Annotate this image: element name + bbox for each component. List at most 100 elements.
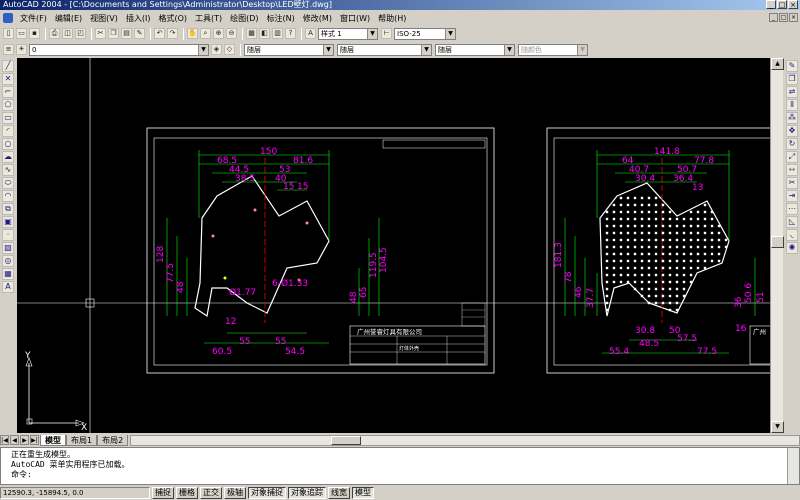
undo-icon[interactable]: ↶ (154, 28, 165, 39)
app-icon[interactable] (3, 13, 13, 23)
design-center-icon[interactable]: ◧ (259, 28, 270, 39)
dim-style-select[interactable]: ISO-25 (394, 27, 456, 40)
copy-object-icon[interactable]: ❐ (786, 73, 798, 85)
region-icon[interactable]: ◎ (2, 255, 14, 267)
help-icon[interactable]: ? (285, 28, 296, 39)
preview-icon[interactable]: ◫ (62, 28, 73, 39)
move-icon[interactable]: ✥ (786, 125, 798, 137)
menu-insert[interactable]: 插入(I) (122, 13, 155, 24)
tab-first-icon[interactable]: |◀ (0, 435, 9, 445)
save-icon[interactable]: ▪ (29, 28, 40, 39)
ellipse-icon[interactable]: ⬭ (2, 177, 14, 189)
copy-icon[interactable]: ❐ (108, 28, 119, 39)
scroll-down-icon[interactable]: ▼ (771, 421, 784, 433)
menu-view[interactable]: 视图(V) (86, 13, 122, 24)
offset-icon[interactable]: ⫴ (786, 99, 798, 111)
make-block-icon[interactable]: ▣ (2, 216, 14, 228)
rotate-icon[interactable]: ↻ (786, 138, 798, 150)
command-prompt[interactable]: 命令: (11, 470, 799, 480)
menu-file[interactable]: 文件(F) (16, 13, 51, 24)
grid-toggle[interactable]: 栅格 (176, 487, 198, 499)
zoom-realtime-icon[interactable]: ⌕ (200, 28, 211, 39)
ortho-toggle[interactable]: 正交 (200, 487, 222, 499)
menu-draw[interactable]: 绘图(D) (226, 13, 262, 24)
doc-close-icon[interactable]: × (789, 13, 798, 22)
color-select[interactable]: 随层 (244, 43, 334, 56)
arc-icon[interactable]: ◜ (2, 125, 14, 137)
hatch-icon[interactable]: ▧ (2, 242, 14, 254)
erase-icon[interactable]: ✎ (786, 60, 798, 72)
new-icon[interactable]: ▯ (3, 28, 14, 39)
circle-icon[interactable]: ○ (2, 138, 14, 150)
mirror-icon[interactable]: ⇌ (786, 86, 798, 98)
snap-toggle[interactable]: 捕捉 (152, 487, 174, 499)
fillet-icon[interactable]: ◟ (786, 229, 798, 241)
tab-last-icon[interactable]: ▶| (30, 435, 39, 445)
doc-minimize-icon[interactable]: _ (769, 13, 778, 22)
hscroll-thumb[interactable] (331, 435, 362, 445)
menu-help[interactable]: 帮助(H) (374, 13, 410, 24)
menu-tools[interactable]: 工具(T) (191, 13, 226, 24)
vertical-scrollbar[interactable]: ▲ ▼ (770, 58, 784, 433)
line-icon[interactable]: ╱ (2, 60, 14, 72)
model-toggle[interactable]: 模型 (352, 487, 374, 499)
polyline-icon[interactable]: ⌐ (2, 86, 14, 98)
ellipse-arc-icon[interactable]: ◠ (2, 190, 14, 202)
menu-edit[interactable]: 编辑(E) (51, 13, 86, 24)
publish-icon[interactable]: ◰ (75, 28, 86, 39)
break-icon[interactable]: ⋯ (786, 203, 798, 215)
layer-manager-icon[interactable]: ≡ (3, 44, 14, 55)
table-icon[interactable]: ▦ (2, 268, 14, 280)
match-prop-icon[interactable]: ✎ (134, 28, 145, 39)
doc-restore-icon[interactable]: □ (779, 13, 788, 22)
redo-icon[interactable]: ↷ (167, 28, 178, 39)
tab-layout1[interactable]: 布局1 (66, 434, 98, 446)
command-window[interactable]: 正在重生成模型。 AutoCAD 菜单实用程序已加载。 命令: (0, 447, 800, 485)
mtext-icon[interactable]: A (2, 281, 14, 293)
scroll-thumb[interactable] (771, 236, 784, 248)
stretch-icon[interactable]: ⇿ (786, 164, 798, 176)
layer-previous-icon[interactable]: ◇ (224, 44, 235, 55)
array-icon[interactable]: ⁂ (786, 112, 798, 124)
menu-window[interactable]: 窗口(W) (336, 13, 374, 24)
close-icon[interactable]: × (788, 0, 798, 9)
scroll-up-icon[interactable]: ▲ (771, 58, 784, 70)
properties-icon[interactable]: ▦ (246, 28, 257, 39)
open-icon[interactable]: ▭ (16, 28, 27, 39)
zoom-previous-icon[interactable]: ⊖ (226, 28, 237, 39)
paste-icon[interactable]: ▤ (121, 28, 132, 39)
tab-layout2[interactable]: 布局2 (97, 434, 129, 446)
osnap-toggle[interactable]: 对象捕捉 (248, 487, 286, 499)
coordinates-readout[interactable]: 12590.3, -15894.5, 0.0 (0, 487, 150, 499)
layer-select[interactable]: 0 (29, 43, 209, 56)
menu-format[interactable]: 格式(O) (154, 13, 191, 24)
extend-icon[interactable]: ⇥ (786, 190, 798, 202)
rectangle-icon[interactable]: ▭ (2, 112, 14, 124)
trim-icon[interactable]: ✂ (786, 177, 798, 189)
point-icon[interactable]: · (2, 229, 14, 241)
command-scrollbar[interactable] (787, 448, 799, 484)
lineweight-toggle[interactable]: 线宽 (328, 487, 350, 499)
pan-icon[interactable]: ✋ (187, 28, 198, 39)
tab-prev-icon[interactable]: ◀ (10, 435, 19, 445)
revcloud-icon[interactable]: ☁ (2, 151, 14, 163)
polygon-icon[interactable]: ⬠ (2, 99, 14, 111)
scale-icon[interactable]: ⤢ (786, 151, 798, 163)
horizontal-scrollbar[interactable] (130, 434, 800, 446)
explode-icon[interactable]: ✺ (786, 242, 798, 254)
drawing-area[interactable]: 广州誉睿灯具有限公司 灯体外壳 150 68.5 81.6 44.5 53 38… (17, 58, 770, 433)
construction-line-icon[interactable]: ✕ (2, 73, 14, 85)
zoom-window-icon[interactable]: ⊕ (213, 28, 224, 39)
polar-toggle[interactable]: 极轴 (224, 487, 246, 499)
spline-icon[interactable]: ∿ (2, 164, 14, 176)
maximize-icon[interactable]: □ (777, 0, 787, 9)
lineweight-select[interactable]: 随层 (435, 43, 515, 56)
linetype-select[interactable]: 随层 (337, 43, 432, 56)
otrack-toggle[interactable]: 对象追踪 (288, 487, 326, 499)
minimize-icon[interactable]: _ (766, 0, 776, 9)
cut-icon[interactable]: ✂ (95, 28, 106, 39)
chamfer-icon[interactable]: ◺ (786, 216, 798, 228)
tab-model[interactable]: 模型 (40, 434, 66, 446)
print-icon[interactable]: ⎙ (49, 28, 60, 39)
menu-dimension[interactable]: 标注(N) (263, 13, 299, 24)
